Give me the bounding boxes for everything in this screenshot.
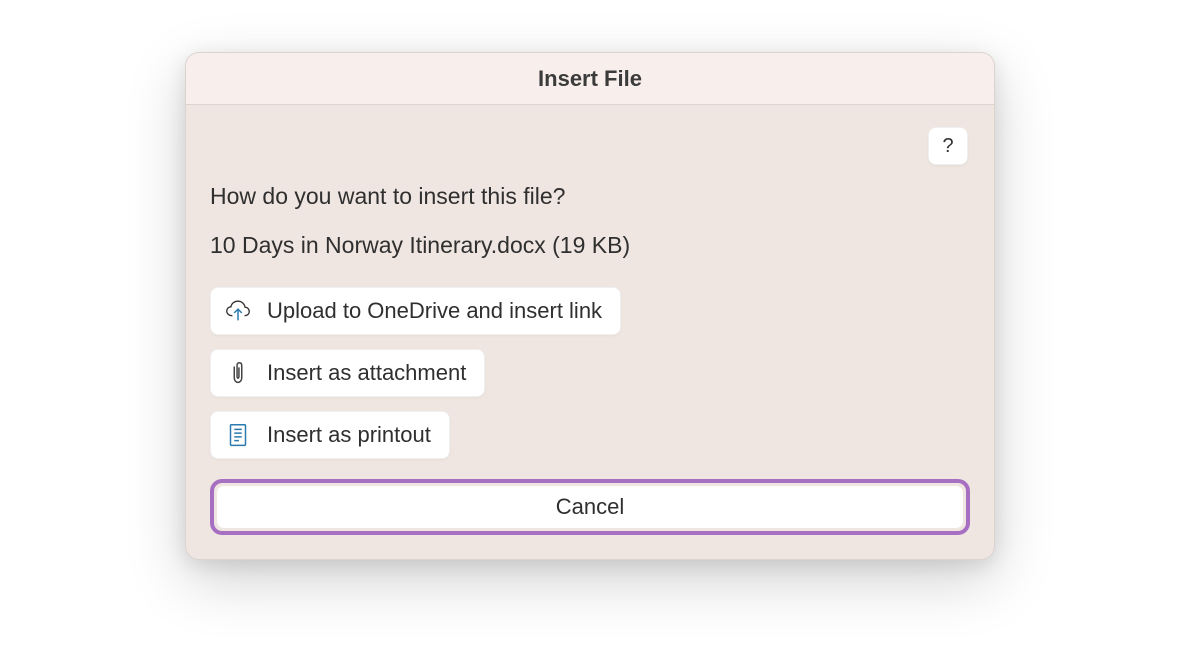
dialog-titlebar: Insert File [186, 53, 994, 105]
printout-icon [223, 420, 253, 450]
dialog-title: Insert File [538, 66, 642, 92]
upload-onedrive-button[interactable]: Upload to OneDrive and insert link [210, 287, 621, 335]
option-label: Insert as printout [267, 422, 431, 448]
insert-printout-button[interactable]: Insert as printout [210, 411, 450, 459]
insert-attachment-button[interactable]: Insert as attachment [210, 349, 485, 397]
help-icon: ? [942, 135, 953, 158]
options-list: Upload to OneDrive and insert link Inser… [210, 287, 970, 459]
dialog-prompt: How do you want to insert this file? [210, 183, 970, 210]
dialog-filename: 10 Days in Norway Itinerary.docx (19 KB) [210, 232, 970, 259]
cancel-focus-ring: Cancel [210, 479, 970, 535]
option-label: Upload to OneDrive and insert link [267, 298, 602, 324]
dialog-body: ? How do you want to insert this file? 1… [186, 105, 994, 559]
cancel-button[interactable]: Cancel [217, 486, 963, 528]
option-label: Insert as attachment [267, 360, 466, 386]
paperclip-icon [223, 358, 253, 388]
insert-file-dialog: Insert File ? How do you want to insert … [185, 52, 995, 560]
help-button[interactable]: ? [928, 127, 968, 165]
cancel-label: Cancel [556, 494, 624, 519]
cloud-upload-icon [223, 296, 253, 326]
